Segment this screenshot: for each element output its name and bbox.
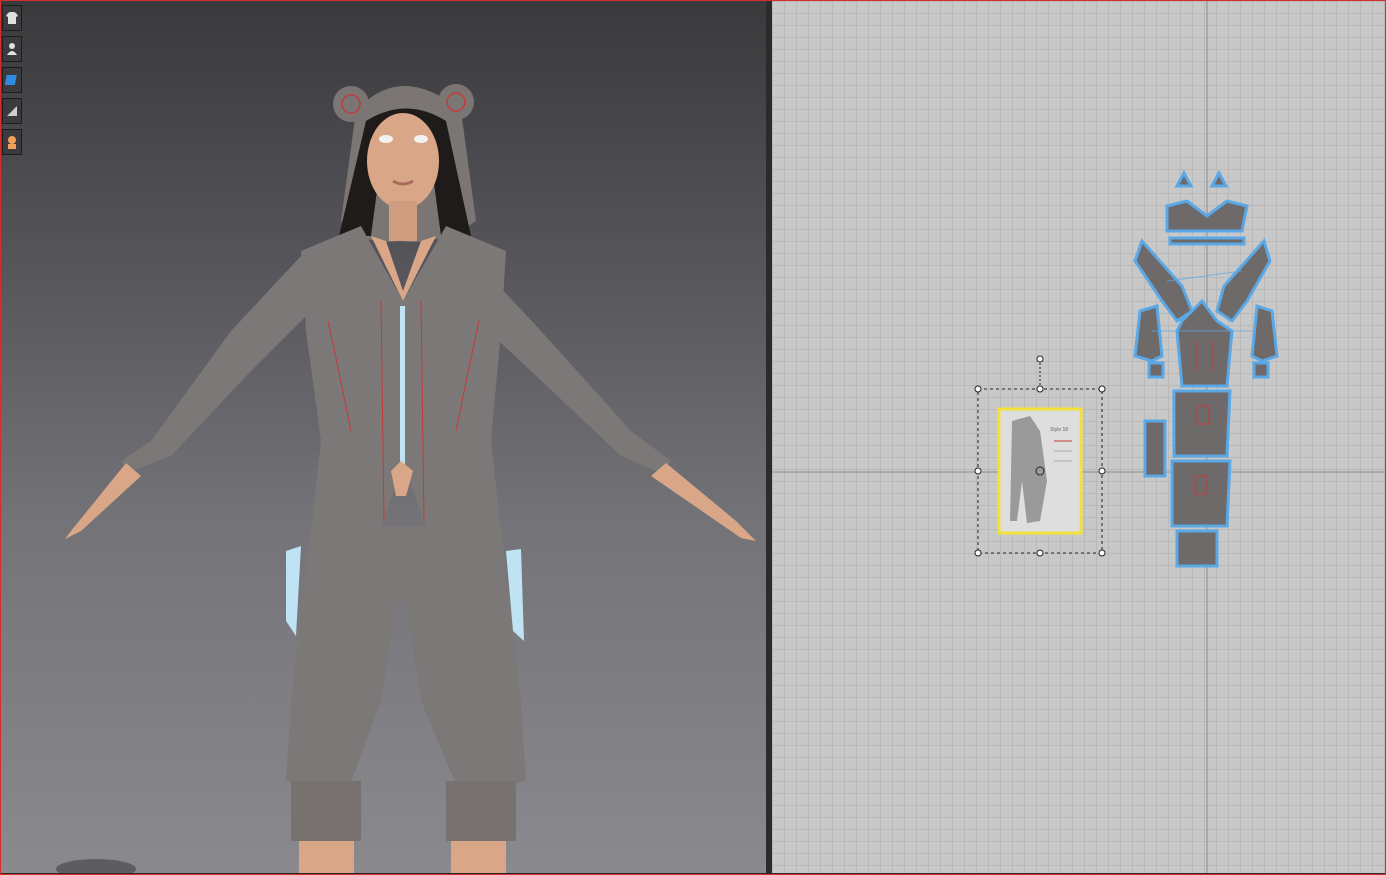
right-ear xyxy=(438,84,474,120)
left-toolbar xyxy=(2,5,22,160)
avatar-skin-tool[interactable] xyxy=(2,129,22,155)
simulation-tool[interactable] xyxy=(2,98,22,124)
reference-heading: Style 18 xyxy=(1050,427,1068,433)
left-hand xyxy=(65,463,141,539)
simulation-icon xyxy=(7,106,17,116)
avatar-tool[interactable] xyxy=(2,36,22,62)
fabric-tool[interactable] xyxy=(2,67,22,93)
fabric-icon xyxy=(5,75,17,85)
pattern-canvas: Style 18 xyxy=(772,1,1385,873)
zipper xyxy=(400,306,405,471)
face xyxy=(367,113,439,209)
left-ear xyxy=(333,86,369,122)
garment-icon xyxy=(6,12,18,24)
avatar-icon xyxy=(7,43,17,55)
avatar-3d-scene xyxy=(56,84,756,873)
left-sleeve xyxy=(121,256,321,471)
avatar-skin-icon xyxy=(8,136,16,149)
pants xyxy=(286,526,526,796)
pattern-pieces[interactable] xyxy=(1133,169,1279,568)
2d-pattern-viewport[interactable]: Style 18 xyxy=(772,1,1385,873)
right-hand xyxy=(651,463,756,541)
reference-image[interactable]: Style 18 xyxy=(974,355,1106,557)
3d-viewport[interactable] xyxy=(1,1,766,873)
garment-tool[interactable] xyxy=(2,5,22,31)
